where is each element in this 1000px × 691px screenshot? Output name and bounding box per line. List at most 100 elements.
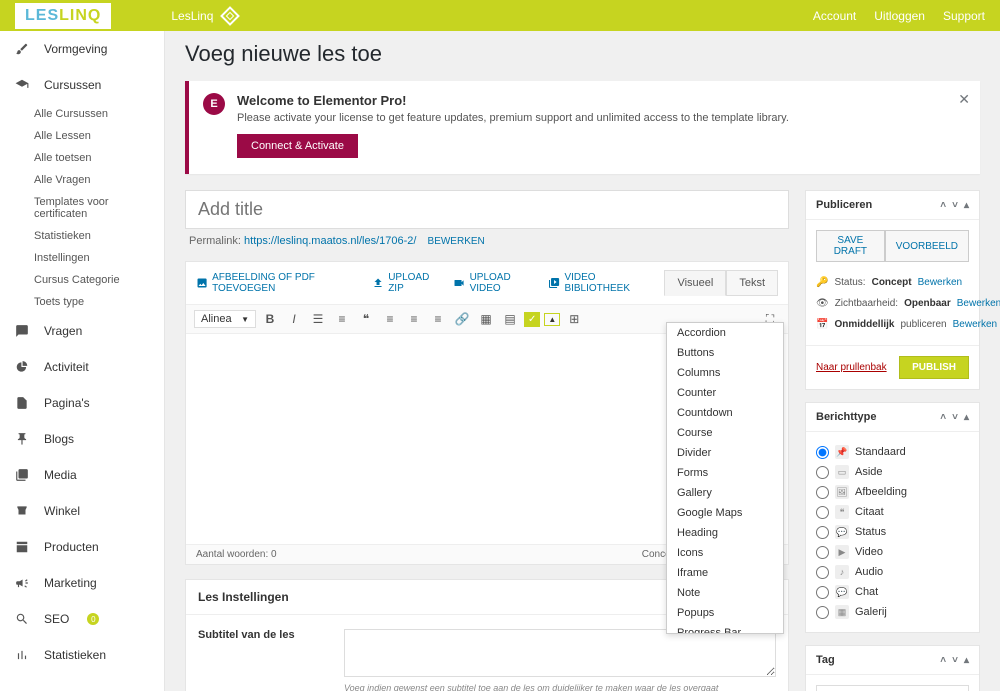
align-left-button[interactable]: ≡ — [380, 309, 400, 329]
sidebar-item-marketing[interactable]: Marketing — [0, 565, 164, 601]
format-radio-gallery[interactable] — [816, 606, 829, 619]
save-draft-button[interactable]: SAVE DRAFT — [816, 230, 885, 262]
align-center-button[interactable]: ≡ — [404, 309, 424, 329]
tab-text[interactable]: Tekst — [726, 270, 778, 296]
triangle-up-icon[interactable]: ▴ — [964, 655, 969, 666]
format-radio-image[interactable] — [816, 486, 829, 499]
shortcode-dropdown-button[interactable]: ▲ — [544, 313, 560, 326]
format-radio-chat[interactable] — [816, 586, 829, 599]
chevron-up-icon[interactable]: ˄ — [940, 655, 946, 666]
edit-status-link[interactable]: Bewerken — [918, 277, 962, 288]
format-radio-aside[interactable] — [816, 466, 829, 479]
bullet-list-button[interactable]: ☰ — [308, 309, 328, 329]
sub-alle-lessen[interactable]: Alle Lessen — [0, 125, 164, 147]
dd-note[interactable]: Note — [667, 583, 783, 603]
publish-panel: Publiceren ˄˅▴ SAVE DRAFT VOORBEELD 🔑 St… — [805, 190, 980, 390]
sidebar-label: Blogs — [44, 432, 74, 446]
upload-zip-button[interactable]: UPLOAD ZIP — [372, 272, 439, 294]
more-button[interactable]: ▦ — [476, 309, 496, 329]
sub-alle-cursussen[interactable]: Alle Cursussen — [0, 103, 164, 125]
permalink-url[interactable]: https://leslinq.maatos.nl/les/1706-2/ — [244, 235, 416, 247]
sub-alle-vragen[interactable]: Alle Vragen — [0, 169, 164, 191]
connect-activate-button[interactable]: Connect & Activate — [237, 134, 358, 158]
add-image-pdf-button[interactable]: AFBEELDING OF PDF TOEVOEGEN — [196, 272, 358, 294]
align-right-button[interactable]: ≡ — [428, 309, 448, 329]
dd-icons[interactable]: Icons — [667, 543, 783, 563]
chevron-down-icon[interactable]: ˅ — [952, 412, 958, 423]
upload-video-button[interactable]: UPLOAD VIDEO — [453, 272, 534, 294]
sub-templates[interactable]: Templates voor certificaten — [0, 191, 164, 225]
chevron-up-icon[interactable]: ˄ — [940, 200, 946, 211]
edit-schedule-link[interactable]: Bewerken — [953, 319, 997, 330]
sub-instellingen[interactable]: Instellingen — [0, 247, 164, 269]
close-icon[interactable]: ✕ — [958, 91, 970, 108]
topbar: LESLINQ LesLinq Account Uitloggen Suppor… — [0, 0, 1000, 31]
format-select[interactable]: Alinea▼ — [194, 310, 256, 328]
dd-divider[interactable]: Divider — [667, 443, 783, 463]
dd-googlemaps[interactable]: Google Maps — [667, 503, 783, 523]
status-icon: 💬 — [835, 525, 849, 539]
format-radio-quote[interactable] — [816, 506, 829, 519]
dd-heading[interactable]: Heading — [667, 523, 783, 543]
preview-button[interactable]: VOORBEELD — [885, 230, 969, 262]
shortcode-button[interactable]: ✓ — [524, 312, 540, 327]
format-radio-video[interactable] — [816, 546, 829, 559]
panel-title: Tag — [816, 654, 835, 666]
nav-logout[interactable]: Uitloggen — [874, 9, 925, 23]
sidebar-item-vragen[interactable]: Vragen — [0, 313, 164, 349]
sub-cursus-categorie[interactable]: Cursus Categorie — [0, 269, 164, 291]
format-radio-audio[interactable] — [816, 566, 829, 579]
link-button[interactable]: 🔗 — [452, 309, 472, 329]
sub-toets-type[interactable]: Toets type — [0, 291, 164, 313]
triangle-up-icon[interactable]: ▴ — [964, 200, 969, 211]
sub-alle-toetsen[interactable]: Alle toetsen — [0, 147, 164, 169]
dd-columns[interactable]: Columns — [667, 363, 783, 383]
dd-iframe[interactable]: Iframe — [667, 563, 783, 583]
trash-link[interactable]: Naar prullenbak — [816, 362, 887, 373]
chevron-up-icon[interactable]: ˄ — [940, 412, 946, 423]
tab-visual[interactable]: Visueel — [664, 270, 726, 296]
edit-visibility-link[interactable]: Bewerken — [957, 298, 1000, 309]
edit-permalink-button[interactable]: BEWERKEN — [428, 236, 485, 247]
sidebar-item-cursussen[interactable]: Cursussen — [0, 67, 164, 103]
sidebar-item-blogs[interactable]: Blogs — [0, 421, 164, 457]
triangle-up-icon[interactable]: ▴ — [964, 412, 969, 423]
dd-course[interactable]: Course — [667, 423, 783, 443]
sidebar-label: Media — [44, 468, 77, 482]
tag-input[interactable] — [816, 685, 969, 691]
nav-support[interactable]: Support — [943, 9, 985, 23]
grid-button[interactable]: ⊞ — [564, 309, 584, 329]
dd-popups[interactable]: Popups — [667, 603, 783, 623]
video-library-button[interactable]: VIDEO BIBLIOTHEEK — [548, 272, 650, 294]
dd-countdown[interactable]: Countdown — [667, 403, 783, 423]
title-input[interactable] — [185, 190, 789, 229]
publish-button[interactable]: PUBLISH — [899, 356, 969, 379]
sidebar-item-vormgeving[interactable]: Vormgeving — [0, 31, 164, 67]
chevron-down-icon[interactable]: ˅ — [952, 200, 958, 211]
dd-progressbar[interactable]: Progress Bar — [667, 623, 783, 634]
format-radio-status[interactable] — [816, 526, 829, 539]
dd-accordion[interactable]: Accordion — [667, 323, 783, 343]
toolbar-toggle-button[interactable]: ▤ — [500, 309, 520, 329]
sidebar-item-seo[interactable]: SEO 0 — [0, 601, 164, 637]
quote-button[interactable]: ❝ — [356, 309, 376, 329]
dd-gallery[interactable]: Gallery — [667, 483, 783, 503]
number-list-button[interactable]: ≡ — [332, 309, 352, 329]
sidebar-item-media[interactable]: Media — [0, 457, 164, 493]
dd-counter[interactable]: Counter — [667, 383, 783, 403]
sub-statistieken[interactable]: Statistieken — [0, 225, 164, 247]
sidebar-item-producten[interactable]: Producten — [0, 529, 164, 565]
sidebar-item-statistieken[interactable]: Statistieken — [0, 637, 164, 673]
subtitle-textarea[interactable] — [344, 629, 776, 677]
chevron-down-icon[interactable]: ˅ — [952, 655, 958, 666]
dd-buttons[interactable]: Buttons — [667, 343, 783, 363]
sidebar-item-activiteit[interactable]: Activiteit — [0, 349, 164, 385]
sidebar-item-winkel[interactable]: Winkel — [0, 493, 164, 529]
sidebar-label: Producten — [44, 540, 99, 554]
bold-button[interactable]: B — [260, 309, 280, 329]
dd-forms[interactable]: Forms — [667, 463, 783, 483]
sidebar-item-paginas[interactable]: Pagina's — [0, 385, 164, 421]
format-radio-standard[interactable] — [816, 446, 829, 459]
nav-account[interactable]: Account — [813, 9, 856, 23]
italic-button[interactable]: I — [284, 309, 304, 329]
